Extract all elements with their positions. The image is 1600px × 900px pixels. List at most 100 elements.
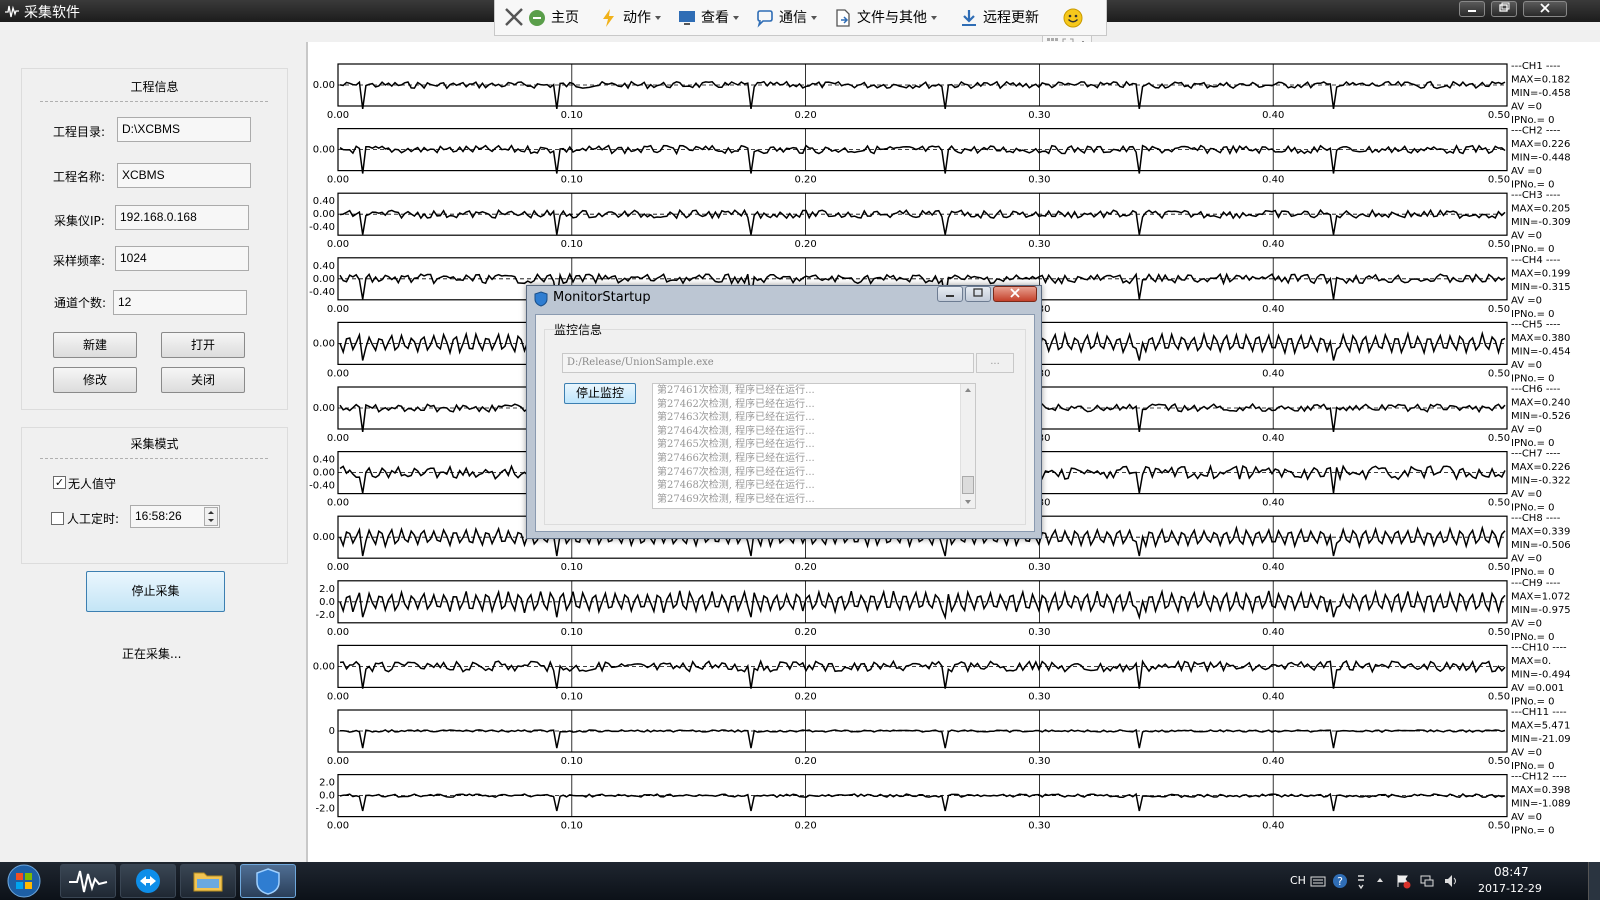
minimize-button[interactable] <box>1459 1 1485 17</box>
check-mark-icon: ✓ <box>54 476 65 489</box>
minimize-icon <box>1468 10 1476 12</box>
program-path-field[interactable]: D:/Release/UnionSample.exe <box>562 353 974 373</box>
network-icon[interactable] <box>1419 873 1435 889</box>
project-dir-field[interactable]: D:\XCBMS <box>117 117 251 142</box>
toolbar-remote-update[interactable]: 远程更新 <box>959 7 1039 29</box>
channel-average: AV =0 <box>1511 231 1542 242</box>
sample-rate-field[interactable]: 1024 <box>115 246 249 271</box>
clock-time[interactable]: 08:47 <box>1494 865 1529 879</box>
toolbar-remote-update-label: 远程更新 <box>983 10 1039 26</box>
log-line: 第27469次检测, 程序已经在运行... <box>657 493 815 505</box>
x-tick-label: 0.50 <box>1488 175 1510 186</box>
x-tick-label: 0.00 <box>327 239 349 250</box>
toolbar-view[interactable]: 查看 <box>677 7 739 29</box>
channel-ipno: IPNo.= 0 <box>1511 632 1555 643</box>
y-tick-label: 0.00 <box>313 468 335 479</box>
channel-max: MAX=0.199 <box>1511 268 1570 279</box>
channel-count-field[interactable]: 12 <box>113 290 247 315</box>
y-tick-label: -2.0 <box>315 610 335 621</box>
help-icon[interactable]: ? <box>1332 873 1348 889</box>
clock-date[interactable]: 2017-12-29 <box>1478 882 1542 895</box>
x-tick-label: 0.40 <box>1262 756 1284 767</box>
log-line: 第27468次检测, 程序已经在运行... <box>657 480 815 492</box>
scroll-down-icon <box>965 500 971 504</box>
log-scrollbar[interactable] <box>960 384 975 508</box>
options-icon[interactable] <box>1355 872 1367 890</box>
channel-min: MIN=-0.448 <box>1511 153 1571 164</box>
toolbar-home[interactable]: 主页 <box>527 7 579 29</box>
taskbar-monitor-app[interactable] <box>240 864 296 898</box>
taskbar-teamviewer[interactable] <box>120 864 176 898</box>
log-line: 第27464次检测, 程序已经在运行... <box>657 425 815 437</box>
keyboard-icon[interactable] <box>1310 874 1326 888</box>
unattended-checkbox[interactable]: ✓ <box>53 476 66 489</box>
x-tick-label: 0.40 <box>1262 110 1284 121</box>
monitor-log[interactable]: 第27461次检测, 程序已经在运行... 第27462次检测, 程序已经在运行… <box>652 383 976 509</box>
file-transfer-icon <box>836 9 850 27</box>
restore-button[interactable] <box>1491 1 1517 17</box>
acquisition-status: 正在采集... <box>122 647 182 661</box>
chat-icon <box>757 10 773 28</box>
volume-icon[interactable] <box>1443 873 1459 889</box>
x-tick-label: 0.00 <box>327 756 349 767</box>
smiley-icon[interactable] <box>1063 8 1083 28</box>
stop-acquisition-button[interactable]: 停止采集 <box>86 571 225 612</box>
channel-min: MIN=-0.454 <box>1511 346 1571 357</box>
waveform-app-icon <box>5 5 19 18</box>
device-ip-field[interactable]: 192.168.0.168 <box>115 205 249 230</box>
x-tick-label: 0.20 <box>794 110 816 121</box>
show-desktop-button[interactable] <box>1588 862 1600 900</box>
toolbar-comm[interactable]: 通信 <box>755 7 817 29</box>
toolbar-files[interactable]: 文件与其他 <box>833 7 937 29</box>
start-button-icon[interactable] <box>6 864 42 898</box>
close-project-button[interactable]: 关闭 <box>161 367 245 393</box>
y-tick-label: 0.00 <box>313 209 335 220</box>
channel-average: AV =0 <box>1511 812 1542 823</box>
log-line: 第27461次检测, 程序已经在运行... <box>657 385 815 396</box>
y-tick-label: 0.00 <box>313 403 335 414</box>
stop-monitor-button[interactable]: 停止监控 <box>564 383 636 404</box>
x-tick-label: 0.50 <box>1488 562 1510 573</box>
open-project-button[interactable]: 打开 <box>161 332 245 358</box>
x-tick-label: 0.30 <box>1028 756 1050 767</box>
log-line: 第27463次检测, 程序已经在运行... <box>657 412 815 424</box>
action-center-icon[interactable] <box>1395 873 1411 889</box>
taskbar-acq-app[interactable] <box>60 864 116 898</box>
channel-max: MAX=0.240 <box>1511 398 1570 409</box>
close-window-button[interactable] <box>1523 1 1567 17</box>
browse-button[interactable]: ... <box>976 353 1014 373</box>
chevron-down-icon <box>655 16 661 20</box>
scroll-thumb[interactable] <box>962 476 974 494</box>
modify-project-button[interactable]: 修改 <box>53 367 137 393</box>
channel-max: MAX=0.398 <box>1511 785 1570 796</box>
x-tick-label: 0.40 <box>1262 627 1284 638</box>
language-indicator[interactable]: CH <box>1290 874 1306 887</box>
y-tick-label: -2.0 <box>315 804 335 815</box>
manual-timer-checkbox[interactable] <box>51 512 64 525</box>
channel-name: ---CH5 ---- <box>1511 319 1561 330</box>
project-name-field[interactable]: XCBMS <box>117 163 251 188</box>
x-tick-label: 0.10 <box>561 175 583 186</box>
log-line: 第27466次检测, 程序已经在运行... <box>657 452 815 464</box>
toolbar-action[interactable]: 动作 <box>599 7 661 29</box>
close-toolbar-icon[interactable] <box>503 6 525 28</box>
y-tick-label: -0.40 <box>309 287 335 298</box>
monitor-startup-dialog: MonitorStartup 监控信息 D:/Release/UnionSamp… <box>526 285 1042 539</box>
x-tick-label: 0.00 <box>327 627 349 638</box>
channel-max: MAX=5.471 <box>1511 721 1570 732</box>
dialog-close-button[interactable] <box>993 286 1037 302</box>
new-project-button[interactable]: 新建 <box>53 332 137 358</box>
x-tick-label: 0.10 <box>561 691 583 702</box>
show-hidden-icons-arrow[interactable] <box>1375 874 1385 886</box>
divider <box>40 101 268 102</box>
taskbar-explorer[interactable] <box>180 864 236 898</box>
y-tick-label: -0.40 <box>309 222 335 233</box>
channel-name: ---CH3 ---- <box>1511 190 1561 201</box>
channel-average: AV =0 <box>1511 425 1542 436</box>
time-spinner[interactable] <box>204 507 218 526</box>
dialog-minimize-button[interactable] <box>937 286 963 302</box>
x-tick-label: 0.20 <box>794 821 816 832</box>
dialog-restore-button[interactable] <box>965 286 991 302</box>
x-tick-label: 0.00 <box>327 433 349 444</box>
x-tick-label: 0.10 <box>561 239 583 250</box>
